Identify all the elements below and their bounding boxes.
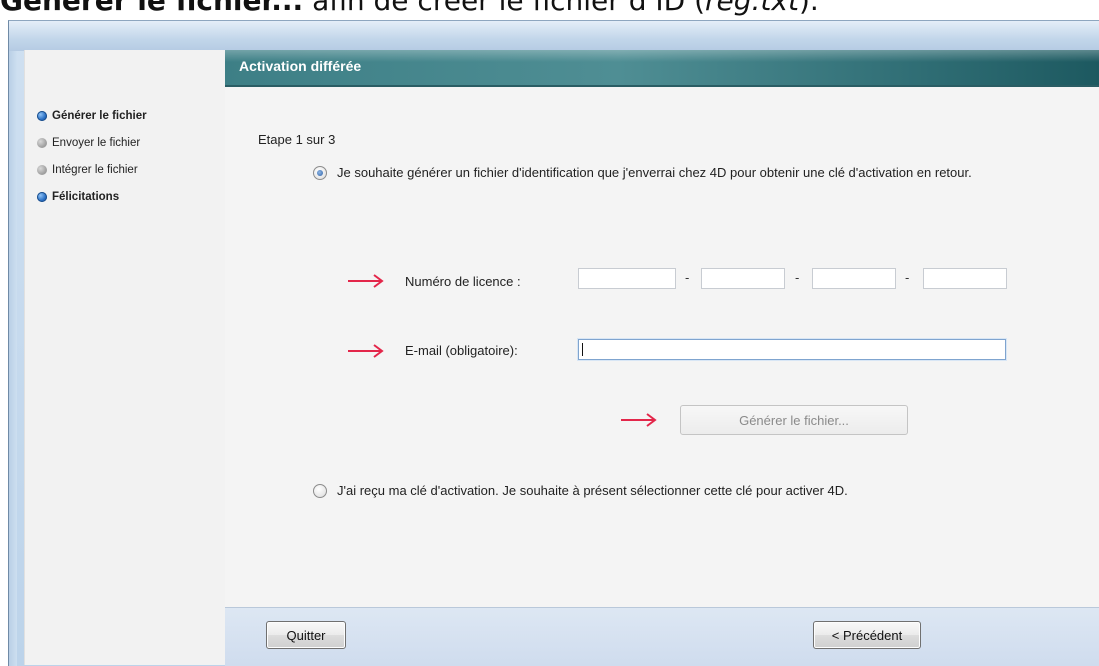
step-current-bullet-icon xyxy=(37,192,47,202)
step-pending-bullet-icon xyxy=(37,138,47,148)
doc-heading-filename: reg.txt xyxy=(705,0,799,17)
license-number-label: Numéro de licence : xyxy=(405,274,521,289)
red-arrow-icon xyxy=(347,273,385,289)
red-arrow-icon xyxy=(620,412,658,428)
license-field-2[interactable] xyxy=(701,268,785,289)
text-caret xyxy=(582,343,583,356)
step-counter: Etape 1 sur 3 xyxy=(258,132,336,147)
license-separator: - xyxy=(795,270,800,285)
step-pending-bullet-icon xyxy=(37,165,47,175)
panel-title: Activation différée xyxy=(239,58,362,74)
steps-sidebar: Générer le fichier Envoyer le fichier In… xyxy=(24,50,226,665)
step-label: Intégrer le fichier xyxy=(52,164,138,176)
dialog-footer: Quitter < Précédent xyxy=(225,607,1099,666)
option-generate-label: Je souhaite générer un fichier d'identif… xyxy=(337,165,972,180)
license-field-1[interactable] xyxy=(578,268,676,289)
window-title-bar xyxy=(9,21,1099,51)
license-field-3[interactable] xyxy=(812,268,896,289)
radio-generate-file[interactable] xyxy=(313,166,327,180)
step-label: Félicitations xyxy=(52,191,120,203)
step-generate-file: Générer le fichier xyxy=(37,108,147,124)
license-separator: - xyxy=(905,270,910,285)
step-current-bullet-icon xyxy=(37,111,47,121)
step-integrate-file: Intégrer le fichier xyxy=(37,162,138,178)
option-key-received[interactable]: J'ai reçu ma clé d'activation. Je souhai… xyxy=(313,482,1053,500)
document-heading: Générer le fichier... afin de créer le f… xyxy=(0,0,1099,20)
red-arrow-icon xyxy=(347,343,385,359)
email-label: E-mail (obligatoire): xyxy=(405,343,518,358)
step-label: Générer le fichier xyxy=(52,110,147,122)
panel-content: Etape 1 sur 3 Je souhaite générer un fic… xyxy=(225,87,1099,607)
option-received-label: J'ai reçu ma clé d'activation. Je souhai… xyxy=(337,483,848,498)
window-left-frame xyxy=(9,51,17,666)
option-generate-file[interactable]: Je souhaite générer un fichier d'identif… xyxy=(313,164,1033,182)
radio-key-received[interactable] xyxy=(313,484,327,498)
email-field[interactable] xyxy=(578,339,1006,360)
step-send-file: Envoyer le fichier xyxy=(37,135,140,151)
step-label: Envoyer le fichier xyxy=(52,137,141,149)
license-separator: - xyxy=(685,270,690,285)
previous-button[interactable]: < Précédent xyxy=(813,621,921,649)
step-congratulations: Félicitations xyxy=(37,189,119,205)
license-field-4[interactable] xyxy=(923,268,1007,289)
doc-heading-bold: Générer le fichier... xyxy=(0,0,304,17)
generate-file-button[interactable]: Générer le fichier... xyxy=(680,405,908,435)
panel-header: Activation différée xyxy=(225,50,1099,87)
doc-heading-end: ). xyxy=(798,0,819,17)
doc-heading-text: afin de créer le fichier d’ID ( xyxy=(303,0,706,17)
quit-button[interactable]: Quitter xyxy=(266,621,346,649)
